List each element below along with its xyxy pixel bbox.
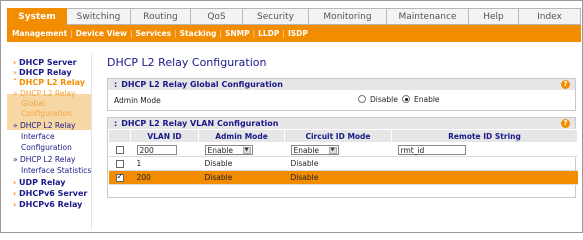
row-checkbox-cell: [108, 170, 131, 185]
column-header-select: [108, 129, 131, 143]
column-header-vlan-id: VLAN ID: [130, 129, 199, 143]
subnav-device-view[interactable]: Device View: [76, 29, 127, 38]
column-header-admin-mode: Admin Mode: [198, 129, 285, 143]
vlan-id-input[interactable]: 200: [136, 144, 177, 155]
subnav-separator: |: [219, 29, 222, 38]
circuit-id-mode-select-value: Enable: [293, 145, 320, 155]
subnav-services[interactable]: Services: [135, 29, 171, 38]
remote-id-cell: rmt_id: [391, 142, 578, 157]
tab-switching[interactable]: Switching: [67, 8, 131, 25]
table-cell-circuit-id-mode: Disable: [284, 156, 392, 171]
sidebar-item-dhcpv6-server[interactable]: › DHCPv6 Server: [7, 189, 92, 199]
sidebar-item-dhcp-relay[interactable]: › DHCP Relay: [7, 68, 92, 78]
table-row[interactable]: 1 Disable Disable: [108, 156, 578, 171]
dropdown-arrow-icon: ▼: [328, 146, 337, 154]
table-cell-vlan-id: 1: [130, 156, 199, 171]
table-edit-row: 200 Enable ▼ Enable ▼ rmt_id: [108, 142, 578, 157]
subnav-management[interactable]: Management: [12, 29, 67, 38]
sub-navigation: Management | Device View | Services | Stacking…: [7, 25, 581, 42]
column-header-remote-id-string: Remote ID String: [391, 129, 578, 143]
tab-maintenance[interactable]: Maintenance: [387, 8, 469, 25]
table-cell-circuit-id-mode: Disable: [284, 170, 392, 185]
help-icon[interactable]: ?: [561, 119, 570, 128]
table-cell-admin-mode: Disable: [198, 156, 285, 171]
remote-id-input[interactable]: rmt_id: [397, 144, 466, 155]
main-tab-bar: System Switching Routing QoS Security Mo…: [7, 8, 581, 25]
tab-system[interactable]: System: [7, 8, 67, 25]
table-row-selected[interactable]: 200 Disable Disable: [108, 170, 578, 185]
edit-row-checkbox[interactable]: [115, 146, 124, 154]
vlan-config-panel: : DHCP L2 Relay VLAN Configuration ? VLAN…: [107, 117, 578, 198]
global-config-header: : DHCP L2 Relay Global Configuration ?: [108, 79, 575, 90]
tab-monitoring[interactable]: Monitoring: [309, 8, 387, 25]
table-cell-remote-id: [391, 170, 578, 185]
admin-mode-disable-label: Disable: [370, 95, 398, 104]
subnav-lldp[interactable]: LLDP: [258, 29, 279, 38]
tab-security[interactable]: Security: [243, 8, 309, 25]
tab-help[interactable]: Help: [469, 8, 519, 25]
admin-mode-label: Admin Mode: [114, 96, 161, 105]
subnav-separator: |: [174, 29, 177, 38]
subnav-separator: |: [252, 29, 256, 38]
subnav-isdp[interactable]: ISDP: [288, 29, 308, 38]
admin-mode-row: Admin Mode Disable Enable: [108, 90, 575, 110]
admin-mode-disable-radio[interactable]: [358, 95, 366, 103]
row-checkbox[interactable]: [115, 172, 124, 182]
tab-routing[interactable]: Routing: [131, 8, 191, 25]
table-cell-remote-id: [391, 156, 578, 171]
admin-mode-cell: Enable ▼: [198, 142, 285, 157]
sidebar-item-l2-interface-config[interactable]: » DHCP L2 Relay: [7, 121, 92, 131]
subnav-separator: |: [70, 29, 73, 38]
vlan-id-cell: 200: [130, 142, 199, 157]
circuit-id-mode-select[interactable]: Enable ▼: [290, 144, 339, 155]
subnav-snmp[interactable]: SNMP: [225, 29, 250, 38]
sidebar-item-dhcpv6-relay[interactable]: › DHCPv6 Relay: [7, 200, 92, 210]
sidebar-item-l2-global-config-line2[interactable]: Global: [7, 99, 92, 109]
help-icon[interactable]: ?: [561, 80, 570, 89]
subnav-separator: |: [282, 29, 285, 38]
table-cell-admin-mode: Disable: [198, 170, 285, 185]
tab-index[interactable]: Index: [519, 8, 581, 25]
column-header-circuit-id-mode: Circuit ID Mode: [284, 129, 392, 143]
subnav-stacking[interactable]: Stacking: [180, 29, 217, 38]
vlan-config-header: : DHCP L2 Relay VLAN Configuration ?: [108, 118, 575, 129]
sidebar-item-l2-global-config[interactable]: » DHCP L2 Relay: [7, 89, 92, 99]
page-title: DHCP L2 Relay Configuration: [107, 56, 267, 69]
sidebar-divider: [91, 54, 92, 230]
vlan-config-title: DHCP L2 Relay VLAN Configuration: [121, 119, 279, 128]
row-checkbox-cell: [108, 156, 131, 171]
sidebar: › DHCP Server › DHCP Relay ˇ DHCP L2 Relay …: [7, 54, 92, 230]
sidebar-item-l2-interface-stats-line2[interactable]: Interface Statistics: [7, 166, 92, 176]
dropdown-arrow-icon: ▼: [242, 146, 251, 154]
admin-mode-select-value: Enable: [207, 145, 234, 155]
row-checkbox[interactable]: [115, 160, 124, 168]
sidebar-item-l2-global-config-line3[interactable]: Configuration: [7, 109, 92, 119]
table-cell-vlan-id: 200: [130, 170, 199, 185]
app-frame: System Switching Routing QoS Security Mo…: [0, 0, 583, 233]
sidebar-item-l2-interface-stats[interactable]: » DHCP L2 Relay: [7, 155, 92, 165]
global-config-panel: : DHCP L2 Relay Global Configuration ? Ad…: [107, 78, 576, 111]
circuit-id-mode-cell: Enable ▼: [284, 142, 392, 157]
admin-mode-select[interactable]: Enable ▼: [204, 144, 253, 155]
sidebar-item-l2-interface-config-line3[interactable]: Configuration: [7, 143, 92, 153]
sidebar-item-dhcp-l2-relay[interactable]: ˇ DHCP L2 Relay: [7, 78, 92, 88]
sidebar-item-udp-relay[interactable]: › UDP Relay: [7, 178, 92, 188]
edit-row-checkbox-cell: [108, 142, 131, 157]
admin-mode-enable-label: Enable: [414, 95, 440, 104]
vlan-config-table: VLAN ID Admin Mode Circuit ID Mode Remot…: [108, 129, 578, 185]
sidebar-item-dhcp-server[interactable]: › DHCP Server: [7, 58, 92, 68]
global-config-title: DHCP L2 Relay Global Configuration: [121, 80, 283, 89]
sidebar-item-l2-interface-config-line2[interactable]: Interface: [7, 132, 92, 142]
table-header-row: VLAN ID Admin Mode Circuit ID Mode Remot…: [108, 129, 578, 143]
admin-mode-enable-radio[interactable]: [402, 95, 410, 103]
tab-qos[interactable]: QoS: [191, 8, 243, 25]
